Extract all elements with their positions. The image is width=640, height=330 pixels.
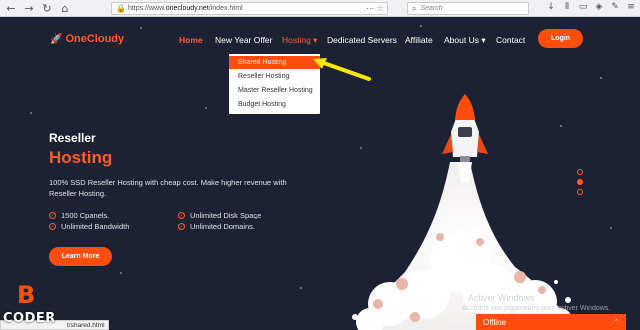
- star: [30, 112, 32, 114]
- check-icon: ✓: [49, 223, 56, 230]
- dropdown-item-master-reseller-hosting[interactable]: Master Reseller Hosting: [229, 84, 320, 97]
- hero-description: 100% SSD Reseller Hosting with cheap cos…: [49, 178, 287, 198]
- browser-toolbar: ← → ↻ ⌂ 🔒 https://www.onecloudy.net/inde…: [0, 0, 640, 17]
- chat-widget[interactable]: Offline ⌃: [476, 314, 626, 330]
- chevron-up-icon[interactable]: ⌃: [613, 318, 620, 327]
- star: [600, 77, 602, 79]
- bookmark-star-icon[interactable]: ⋯ ☆: [366, 4, 384, 13]
- hero-title: Hosting: [49, 148, 113, 167]
- nav-affiliate[interactable]: Affiliate: [405, 35, 433, 45]
- rocket-icon: 🚀: [50, 33, 63, 45]
- slide-dot-active[interactable]: [577, 179, 583, 185]
- url-text: https://www.onecloudy.net/index.html: [127, 5, 243, 12]
- hosting-dropdown: Shared Hosting Reseller Hosting Master R…: [229, 54, 320, 114]
- site-logo[interactable]: 🚀 OneCloudy: [50, 33, 124, 45]
- menu-icon[interactable]: ≡: [625, 2, 637, 12]
- star: [120, 272, 122, 274]
- dropdown-item-reseller-hosting[interactable]: Reseller Hosting: [229, 70, 320, 83]
- nav-hosting[interactable]: Hosting ▾: [282, 35, 317, 46]
- star: [205, 107, 207, 109]
- sidebar-icon[interactable]: ▭: [577, 2, 589, 12]
- badge-word: CODER: [3, 311, 56, 326]
- website: 🚀 OneCloudy Home New Year Offer Hosting …: [0, 17, 640, 330]
- feature-item: ✓ 1500 Cpanels.: [49, 211, 110, 220]
- check-icon: ✓: [178, 212, 185, 219]
- star: [140, 27, 142, 29]
- windows-watermark-subtitle: Accédez aux paramètres pour activer Wind…: [462, 305, 611, 312]
- search-icon: ⌕: [412, 3, 417, 13]
- forward-icon[interactable]: →: [22, 1, 36, 15]
- feature-item: ✓ Unlimited Disk Space: [178, 211, 262, 220]
- back-icon[interactable]: ←: [4, 1, 18, 15]
- extension-icon[interactable]: ✎: [609, 2, 621, 12]
- slider-pagination: [577, 169, 583, 199]
- learn-more-button[interactable]: Learn More: [49, 247, 112, 266]
- nav-new-year-offer[interactable]: New Year Offer: [215, 35, 273, 45]
- star: [420, 25, 422, 27]
- badge-letter: B: [17, 281, 36, 309]
- extension-icon[interactable]: ◈: [593, 2, 605, 12]
- login-button[interactable]: Login: [538, 29, 583, 48]
- dropdown-item-shared-hosting[interactable]: Shared Hosting: [229, 56, 320, 69]
- url-bar[interactable]: 🔒 https://www.onecloudy.net/index.html ⋯…: [111, 2, 388, 15]
- star: [610, 227, 612, 229]
- home-icon[interactable]: ⌂: [58, 1, 72, 15]
- chat-status: Offline: [483, 317, 506, 327]
- search-input[interactable]: ⌕ Search: [407, 2, 529, 15]
- nav-contact[interactable]: Contact: [496, 35, 525, 45]
- check-icon: ✓: [178, 223, 185, 230]
- coder-badge: B CODER: [3, 283, 63, 330]
- download-icon[interactable]: ↓: [545, 2, 557, 12]
- hero-subtitle: Reseller: [49, 131, 96, 145]
- lock-icon: 🔒: [116, 4, 126, 13]
- star: [300, 287, 302, 289]
- dropdown-item-budget-hosting[interactable]: Budget Hosting: [229, 98, 320, 111]
- nav-dedicated-servers[interactable]: Dedicated Servers: [327, 35, 397, 45]
- windows-watermark-title: Activer Windows: [468, 293, 535, 303]
- library-icon[interactable]: ⫴: [561, 2, 573, 12]
- nav-home[interactable]: Home: [179, 35, 203, 45]
- reload-icon[interactable]: ↻: [40, 1, 54, 15]
- slide-dot[interactable]: [577, 169, 583, 175]
- check-icon: ✓: [49, 212, 56, 219]
- toolbar-icons: ↓ ⫴ ▭ ◈ ✎ ≡: [545, 2, 637, 12]
- slide-dot[interactable]: [577, 189, 583, 195]
- rocket-illustration: [352, 94, 575, 330]
- nav-about-us[interactable]: About Us ▾: [444, 35, 486, 46]
- feature-item: ✓ Unlimited Domains.: [178, 222, 256, 231]
- feature-item: ✓ Unlimited Bandwidth: [49, 222, 130, 231]
